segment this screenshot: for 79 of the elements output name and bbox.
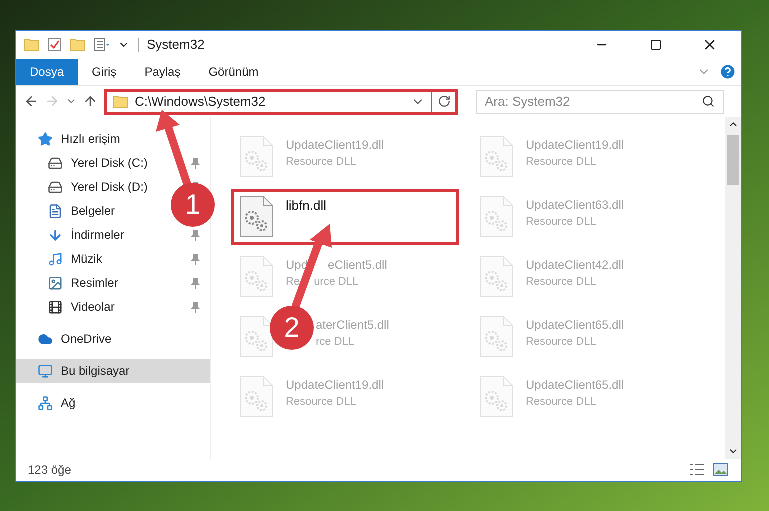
file-gears-icon [240,136,274,178]
folder-icon [24,38,40,52]
navigation-item[interactable]: Videolar [71,298,115,316]
navigation-item[interactable]: Resimler [71,274,118,292]
pin-icon [191,158,200,168]
navigation-item[interactable]: Hızlı erişim [61,130,120,148]
file-type: Resource DLL [526,215,596,230]
pin-icon [191,278,200,288]
address-field[interactable]: C:\Windows\System32 [104,88,458,114]
file-gears-icon [240,196,274,238]
monitor-icon [38,364,53,378]
search-field[interactable]: Ara: System32 [476,90,724,114]
address-path: C:\Windows\System32 [135,92,266,111]
file-type: Resource DLL [526,275,596,290]
file-name: eClient5.dll [328,257,388,274]
picture-icon [48,276,63,290]
file-type: Resource DLL [286,395,356,410]
highlighted-file-item[interactable]: libfn.dll [231,189,459,245]
file-name: libfn.dll [286,197,326,215]
navigation-item[interactable]: OneDrive [61,330,112,348]
item-count: 123 öğe [28,462,72,479]
ribbon-tab[interactable]: Paylaş [130,59,195,85]
file-gears-icon [480,256,514,298]
document-icon [48,204,63,218]
file-name: UpdateClient65.dll [526,317,624,334]
help-icon[interactable] [719,63,737,81]
navigation-item[interactable]: İndirmeler [71,226,124,244]
file-name: UpdateClient19.dll [526,137,624,154]
pin-icon [191,302,200,312]
film-icon [48,300,63,314]
file-type: Re [286,275,300,290]
download-arrow-icon [48,228,63,242]
checklist-icon [48,38,62,52]
file-gears-icon [480,136,514,178]
navigation-item[interactable]: Bu bilgisayar [61,362,130,380]
large-icons-view-icon[interactable] [713,463,729,477]
file-type: Resource DLL [286,155,356,170]
details-view-icon[interactable] [689,463,705,477]
file-name: UpdateClient63.dll [526,197,624,214]
ribbon-tab[interactable]: Giriş [78,59,131,85]
file-gears-icon [480,316,514,358]
drive-icon [48,156,63,170]
folder-icon [70,38,86,52]
music-note-icon [48,252,63,266]
file-name: UpdateClient19.dll [286,377,384,394]
file-type: Resource DLL [526,155,596,170]
file-name: UpdateClient19.dll [286,137,384,154]
file-type: rce DLL [316,335,355,350]
file-name: aterClient5.dll [316,317,390,334]
ribbon-tab[interactable]: Görünüm [194,59,273,85]
navigation-item[interactable]: Ağ [61,394,76,412]
file-name: UpdateClient65.dll [526,377,624,394]
star-icon [38,132,53,146]
file-gears-icon [240,376,274,418]
network-icon [38,396,53,410]
file-type: Resource DLL [526,395,596,410]
maximize-icon [650,39,662,51]
pin-icon [191,230,200,240]
window-title: System32 [147,36,205,54]
file-type: urce DLL [314,275,359,290]
properties-icon [94,38,110,52]
navigation-item[interactable]: Müzik [71,250,102,268]
file-type: Resource DLL [526,335,596,350]
navigation-item[interactable]: Yerel Disk (C:) [71,154,148,172]
pin-icon [191,254,200,264]
folder-icon [113,94,129,108]
file-gears-icon [480,376,514,418]
ribbon-tab[interactable]: Dosya [16,59,78,85]
refresh-icon[interactable] [438,95,451,108]
scrollbar-thumb[interactable] [727,135,739,185]
file-name: UpdateClient42.dll [526,257,624,274]
drive-icon [48,180,63,194]
file-gears-icon [240,256,274,298]
file-gears-icon [240,316,274,358]
file-gears-icon [480,196,514,238]
navigation-item[interactable]: Yerel Disk (D:) [71,178,148,196]
search-icon[interactable] [702,94,715,108]
cloud-icon [38,332,53,346]
navigation-item[interactable]: Belgeler [71,202,116,220]
